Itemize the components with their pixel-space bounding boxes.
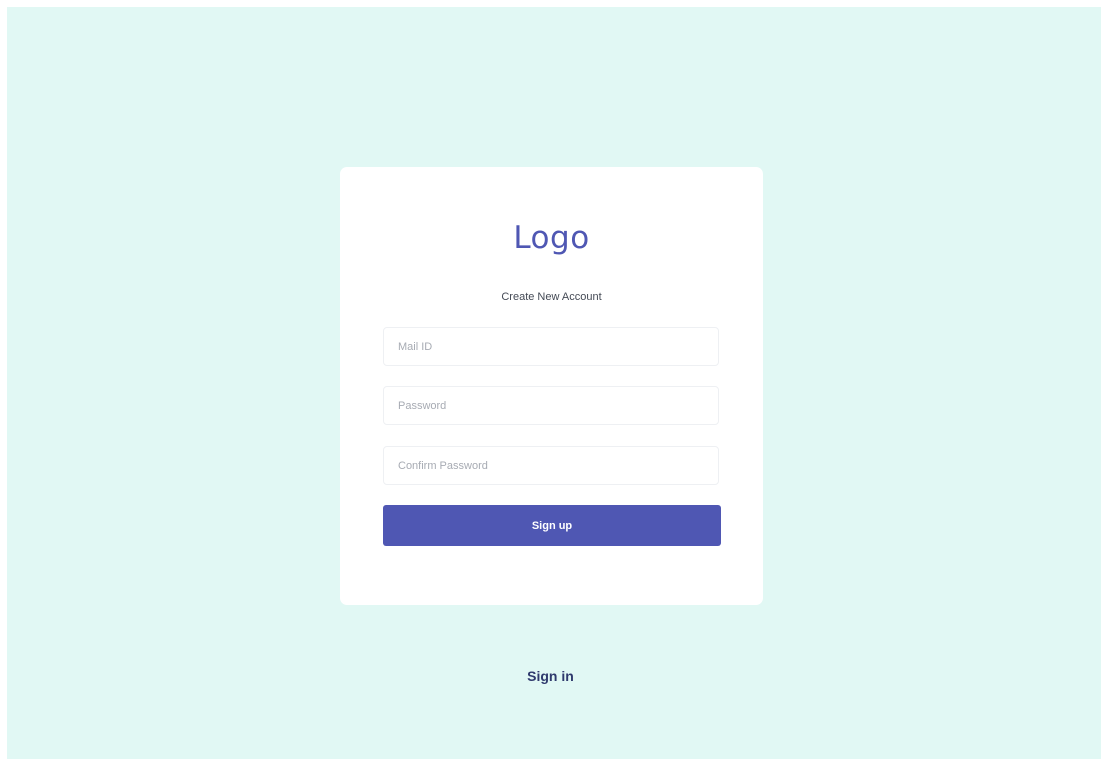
logo: Logo (513, 220, 590, 256)
mail-id-input[interactable] (384, 328, 718, 365)
form-subtitle: Create New Account (501, 291, 602, 303)
sign-up-button[interactable]: Sign up (383, 505, 721, 546)
sign-in-link[interactable]: Sign in (7, 668, 1094, 684)
confirm-password-field[interactable] (383, 446, 719, 485)
password-input[interactable] (384, 387, 718, 424)
password-field[interactable] (383, 386, 719, 425)
page-background: Logo Create New Account Sign up Sign in (7, 7, 1101, 759)
mail-id-field[interactable] (383, 327, 719, 366)
signup-card: Logo Create New Account Sign up (340, 167, 763, 605)
confirm-password-input[interactable] (384, 447, 718, 484)
